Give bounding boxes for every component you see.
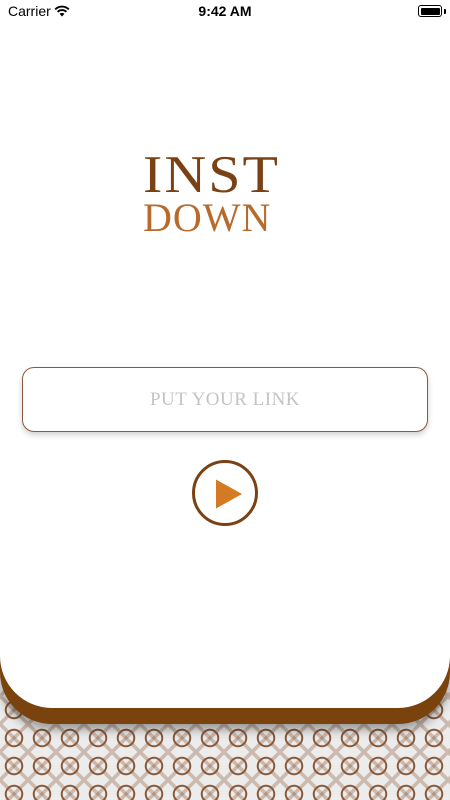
link-input[interactable] [22, 367, 428, 432]
status-bar: Carrier 9:42 AM [0, 0, 450, 24]
battery-icon [418, 5, 442, 17]
app-logo: INST DOWN [143, 148, 313, 238]
play-icon [216, 479, 242, 509]
logo-line-inst: INST [143, 144, 280, 205]
battery-tip [444, 9, 446, 14]
clock: 9:42 AM [198, 3, 252, 19]
main-card [0, 0, 450, 708]
play-button[interactable] [192, 460, 258, 526]
